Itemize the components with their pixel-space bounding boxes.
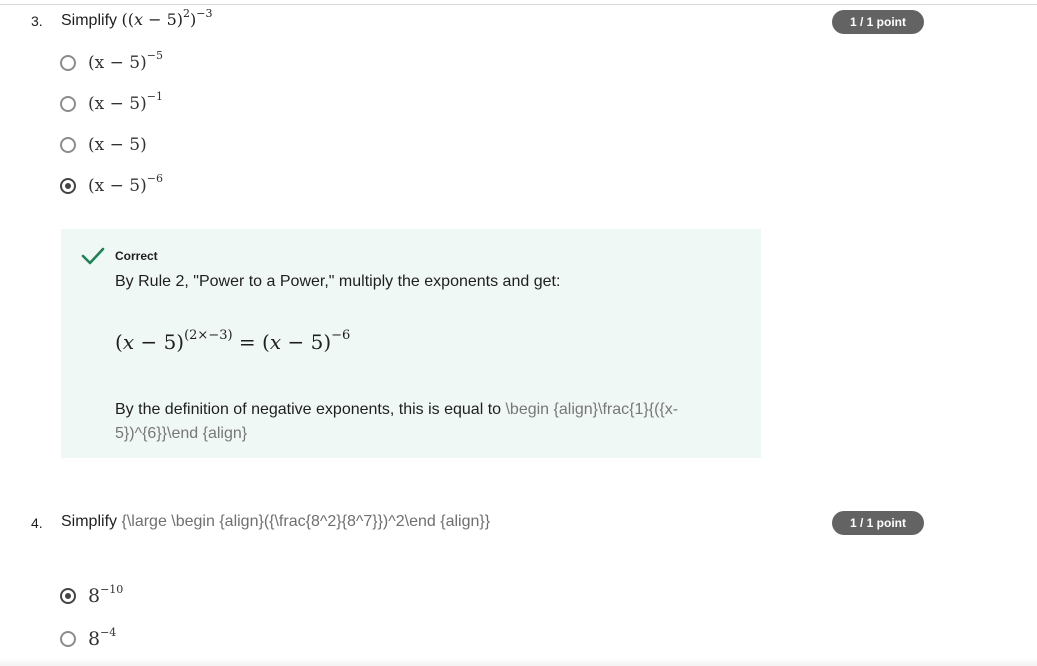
option-label: 8−10 [88,582,124,607]
radio-button[interactable] [60,137,76,153]
check-icon [81,247,105,265]
option-2[interactable]: 8−4 [60,626,116,652]
prompt-prefix: Simplify [61,12,118,29]
radio-button-selected[interactable] [60,588,76,604]
radio-button[interactable] [60,96,76,112]
option-label: 8−4 [88,625,117,650]
score-badge: 1 / 1 point [832,511,924,535]
option-2[interactable]: (x − 5)−1 [60,91,163,117]
question-number: 4. [31,515,43,531]
prompt-prefix: Simplify [61,513,118,530]
option-label: (x − 5)−6 [88,172,163,196]
radio-button[interactable] [60,631,76,647]
option-4[interactable]: (x − 5)−6 [60,173,163,199]
feedback-panel: Correct By Rule 2, "Power to a Power," m… [61,229,761,458]
feedback-explanation: By Rule 2, "Power to a Power," multiply … [115,273,561,290]
feedback-status: Correct [115,249,158,263]
feedback-equation: (x − 5)(2×−3) = (x − 5)−6 [115,328,351,354]
option-label: (x − 5)−1 [88,90,163,114]
option-1[interactable]: 8−10 [60,583,123,609]
radio-button-selected[interactable] [60,178,76,194]
option-label: (x − 5)−5 [88,49,163,73]
question-prompt: Simplify ((x − 5)2)−3 [61,6,213,30]
option-3[interactable]: (x − 5) [60,132,147,158]
top-divider [0,4,1037,5]
option-1[interactable]: (x − 5)−5 [60,50,163,76]
prompt-math: ((x − 5)2)−3 [121,6,213,29]
option-label: (x − 5) [88,135,147,155]
bottom-edge-shadow [0,658,1037,666]
radio-button[interactable] [60,55,76,71]
question-prompt: Simplify {\large \begin {align}({\frac{8… [61,513,490,531]
feedback-definition: By the definition of negative exponents,… [115,401,679,442]
score-badge: 1 / 1 point [832,10,924,34]
question-number: 3. [31,13,43,29]
prompt-raw-latex: {\large \begin {align}({\frac{8^2}{8^7}}… [121,513,491,530]
